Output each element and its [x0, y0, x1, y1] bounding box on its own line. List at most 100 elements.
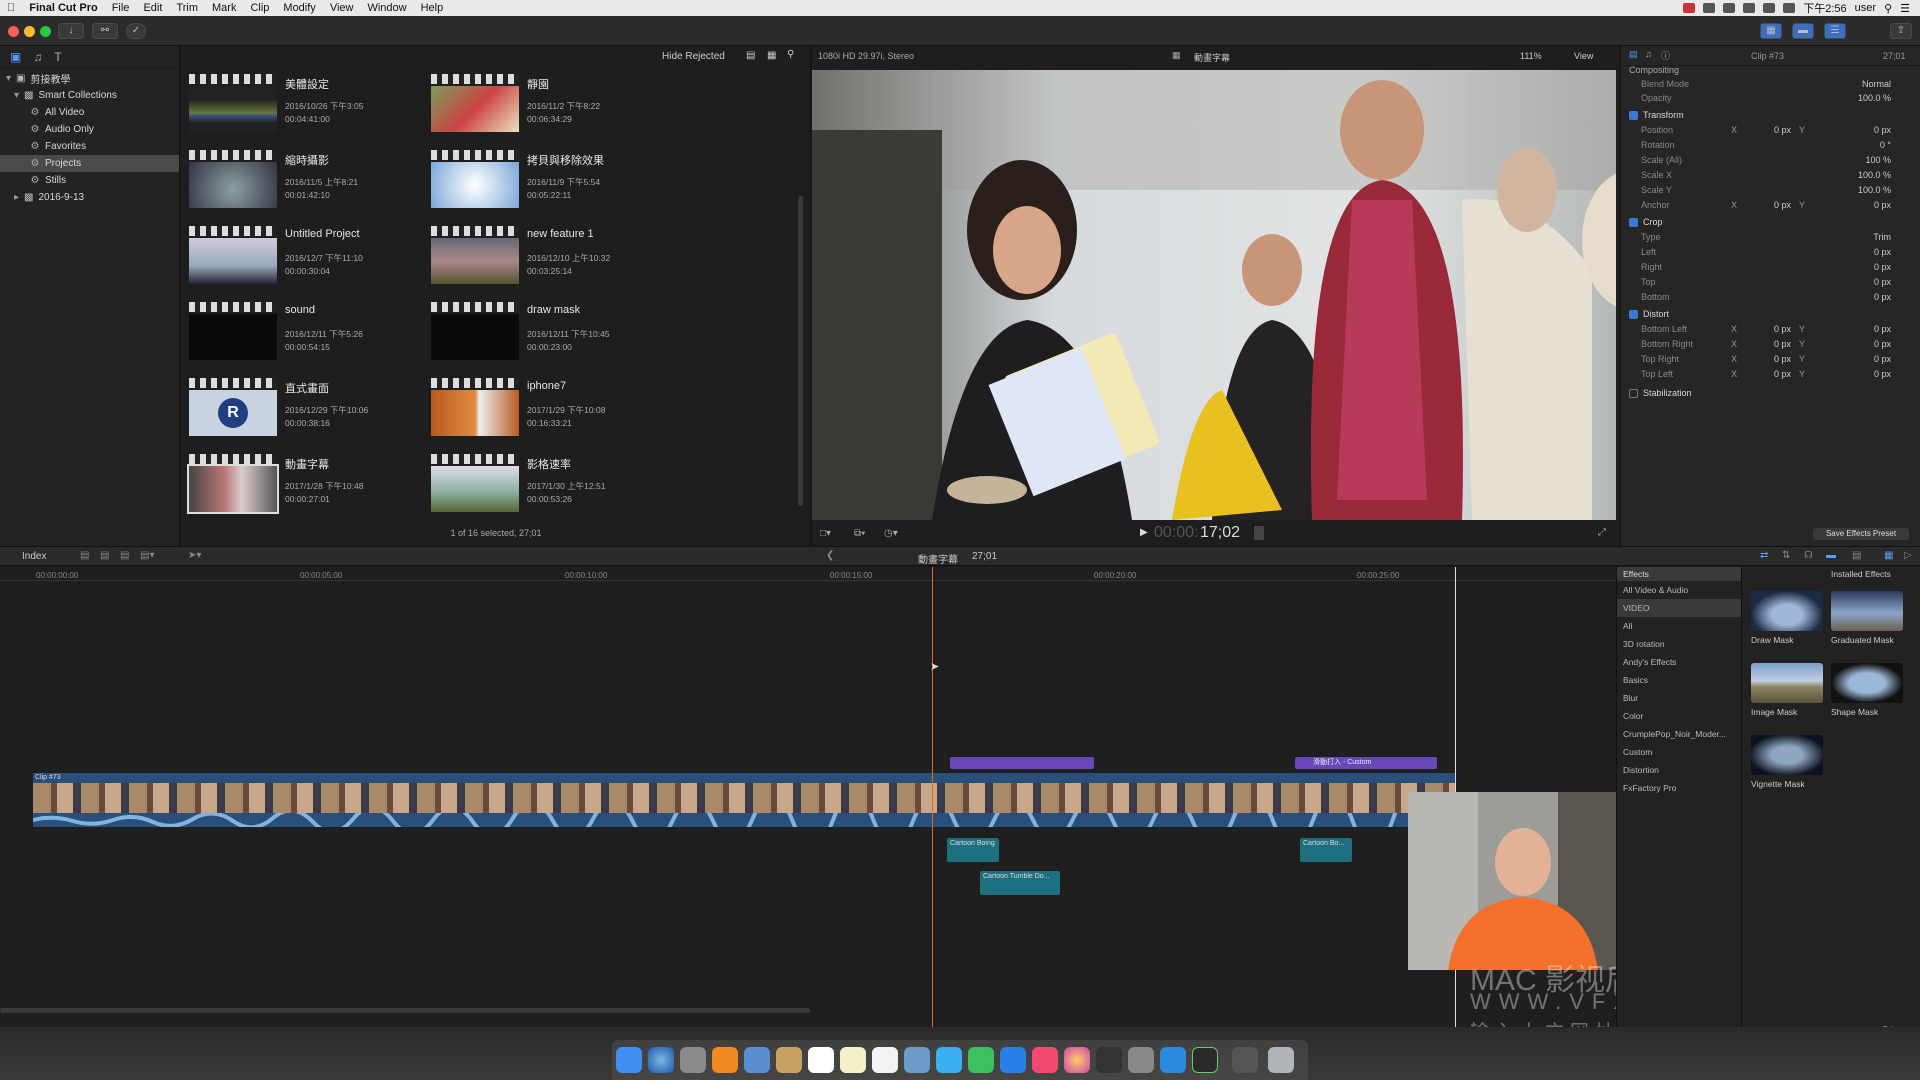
menu-edit[interactable]: Edit	[136, 2, 169, 14]
transitions-browser-icon[interactable]: ▷	[1904, 550, 1912, 561]
audio-clip-cartoon-boing[interactable]: Cartoon Boing	[947, 838, 999, 862]
import-button[interactable]: ↓	[58, 23, 84, 39]
reminders-icon[interactable]	[872, 1047, 898, 1073]
effects-category[interactable]: VIDEO	[1617, 599, 1741, 617]
clip-appearance-icon[interactable]: ▤	[746, 50, 755, 61]
preview-icon[interactable]	[744, 1047, 770, 1073]
apple-icon[interactable]: 	[0, 2, 22, 14]
spotlight-icon[interactable]: ⚲	[1884, 2, 1892, 15]
share-button[interactable]: ⇧	[1890, 23, 1912, 39]
clip-card[interactable]: 拷貝與移除效果 2016/11/9 下午5:54 00:05:22:11	[423, 144, 663, 214]
calendar-icon[interactable]	[808, 1047, 834, 1073]
menu-window[interactable]: Window	[360, 2, 413, 14]
video-frame[interactable]	[812, 70, 1616, 520]
info-inspector-icon[interactable]: ⓘ	[1661, 49, 1670, 62]
sidebar-item-favorites[interactable]: ⚙ Favorites	[0, 138, 179, 155]
sidebar-item-audio-only[interactable]: ⚙ Audio Only	[0, 121, 179, 138]
show-inspector-button[interactable]: ☰	[1824, 23, 1846, 39]
menu-clip[interactable]: Clip	[243, 2, 276, 14]
speed-icon[interactable]: ◷▾	[884, 528, 898, 539]
library-item[interactable]: ▾ ▣ 剪接教學	[0, 70, 179, 87]
audio-inspector-icon[interactable]: ♫	[1645, 49, 1652, 59]
wifi-icon[interactable]	[1743, 3, 1756, 13]
timeline-back-icon[interactable]: ❮	[826, 550, 834, 561]
clip-card[interactable]: 影格速率 2017/1/30 上午12:51 00:00:53:26	[423, 448, 663, 518]
insert-clip-icon[interactable]: ▤	[100, 550, 109, 561]
notes-icon[interactable]	[840, 1047, 866, 1073]
connect-clip-icon[interactable]: ▤	[80, 550, 89, 561]
clip-card-selected[interactable]: 動畫字幕 2017/1/28 下午10:48 00:00:27:01	[181, 448, 421, 518]
background-tasks-button[interactable]: ✓	[126, 23, 146, 39]
effects-category[interactable]: All Video & Audio	[1617, 581, 1741, 599]
clip-card[interactable]: 靜園 2016/11/2 下午8:22 00:06:34:29	[423, 68, 663, 138]
position-y[interactable]: 0 px	[1841, 125, 1891, 135]
downloads-stack-icon[interactable]	[1232, 1047, 1258, 1073]
clip-card[interactable]: Untitled Project 2016/12/7 下午11:10 00:00…	[181, 220, 421, 290]
anchor-y[interactable]: 0 px	[1841, 200, 1891, 210]
minimize-window-button[interactable]	[24, 26, 35, 37]
user-menu[interactable]: user	[1855, 2, 1876, 14]
audio-clip-cartoon-boing-2[interactable]: Cartoon Bo...	[1300, 838, 1352, 862]
scale-all-value[interactable]: 100 %	[1841, 155, 1891, 165]
app-menu[interactable]: Final Cut Pro	[22, 2, 104, 14]
view-popup[interactable]: View	[1574, 51, 1593, 61]
effects-category[interactable]: 3D rotation	[1617, 635, 1741, 653]
zoom-window-button[interactable]	[40, 26, 51, 37]
crop-left-value[interactable]: 0 px	[1841, 247, 1891, 257]
distort-section[interactable]: Distort	[1629, 309, 1669, 319]
books-icon[interactable]	[712, 1047, 738, 1073]
clip-card[interactable]: R 直式畫面 2016/12/29 下午10:06 00:00:38:16	[181, 372, 421, 442]
timeline-ruler[interactable]: 00:00:00:00 00:00:05:00 00:00:10:00 00:0…	[0, 567, 1616, 581]
rotation-value[interactable]: 0 °	[1841, 140, 1891, 150]
sidebar-item-projects[interactable]: ⚙ Projects	[0, 155, 179, 172]
itunes-icon[interactable]	[1032, 1047, 1058, 1073]
stabilization-section[interactable]: Stabilization	[1629, 388, 1692, 398]
timeline-scrollbar[interactable]	[0, 1008, 810, 1013]
filter-popup[interactable]: Hide Rejected	[662, 51, 725, 62]
effect-graduated-mask[interactable]: Graduated Mask	[1831, 591, 1911, 645]
effects-category[interactable]: FxFactory Pro	[1617, 779, 1741, 797]
effects-category[interactable]: Andy's Effects	[1617, 653, 1741, 671]
clip-appearance-timeline-icon[interactable]: ▤	[1852, 550, 1861, 561]
photo-booth-icon[interactable]	[904, 1047, 930, 1073]
menu-modify[interactable]: Modify	[276, 2, 322, 14]
audio-skimming-icon[interactable]: ⇅	[1782, 550, 1790, 561]
clock[interactable]: 下午2:56	[1803, 0, 1846, 16]
photos-audio-icon[interactable]: ♫	[33, 50, 42, 64]
menu-file[interactable]: File	[105, 2, 137, 14]
clip-card[interactable]: draw mask 2016/12/11 下午10:45 00:00:23:00	[423, 296, 663, 366]
position-x[interactable]: 0 px	[1751, 125, 1791, 135]
libraries-icon[interactable]: ▣	[10, 50, 21, 64]
input-source-icon[interactable]	[1783, 3, 1796, 13]
effects-category[interactable]: CrumplePop_Noir_Moder...	[1617, 725, 1741, 743]
clip-card[interactable]: iphone7 2017/1/29 下午10:08 00:16:33:21	[423, 372, 663, 442]
finder-icon[interactable]	[616, 1047, 642, 1073]
titles-generators-icon[interactable]: T	[54, 50, 61, 64]
primary-video-clip[interactable]	[33, 783, 1455, 813]
crop-checkbox[interactable]	[1629, 217, 1638, 227]
effect-image-mask[interactable]: Image Mask	[1751, 663, 1831, 717]
solo-icon[interactable]: ☊	[1804, 550, 1813, 561]
smart-collections-folder[interactable]: ▾ ▩ Smart Collections	[0, 87, 179, 104]
contacts-icon[interactable]	[776, 1047, 802, 1073]
effects-category[interactable]: Color	[1617, 707, 1741, 725]
crop-top-value[interactable]: 0 px	[1841, 277, 1891, 287]
primary-audio-waveform[interactable]	[32, 788, 1457, 853]
browser-scrollbar[interactable]	[798, 196, 803, 506]
skimming-icon[interactable]: ⇄	[1760, 550, 1768, 561]
safari-icon[interactable]	[1160, 1047, 1186, 1073]
menu-help[interactable]: Help	[414, 2, 451, 14]
snapping-icon[interactable]: ▬	[1826, 550, 1836, 561]
menu-mark[interactable]: Mark	[205, 2, 243, 14]
photos-icon[interactable]	[1064, 1047, 1090, 1073]
scale-y-value[interactable]: 100.0 %	[1841, 185, 1891, 195]
append-clip-icon[interactable]: ▤	[120, 550, 129, 561]
blend-mode-popup[interactable]: Normal	[1841, 79, 1891, 89]
effects-category[interactable]: Basics	[1617, 671, 1741, 689]
select-tool-icon[interactable]: ➤▾	[188, 550, 201, 561]
terminal-icon[interactable]	[1192, 1047, 1218, 1073]
transform-checkbox[interactable]	[1629, 110, 1638, 120]
status-icon[interactable]	[1703, 3, 1716, 13]
transform-section[interactable]: Transform	[1629, 110, 1684, 120]
messages-icon[interactable]	[936, 1047, 962, 1073]
